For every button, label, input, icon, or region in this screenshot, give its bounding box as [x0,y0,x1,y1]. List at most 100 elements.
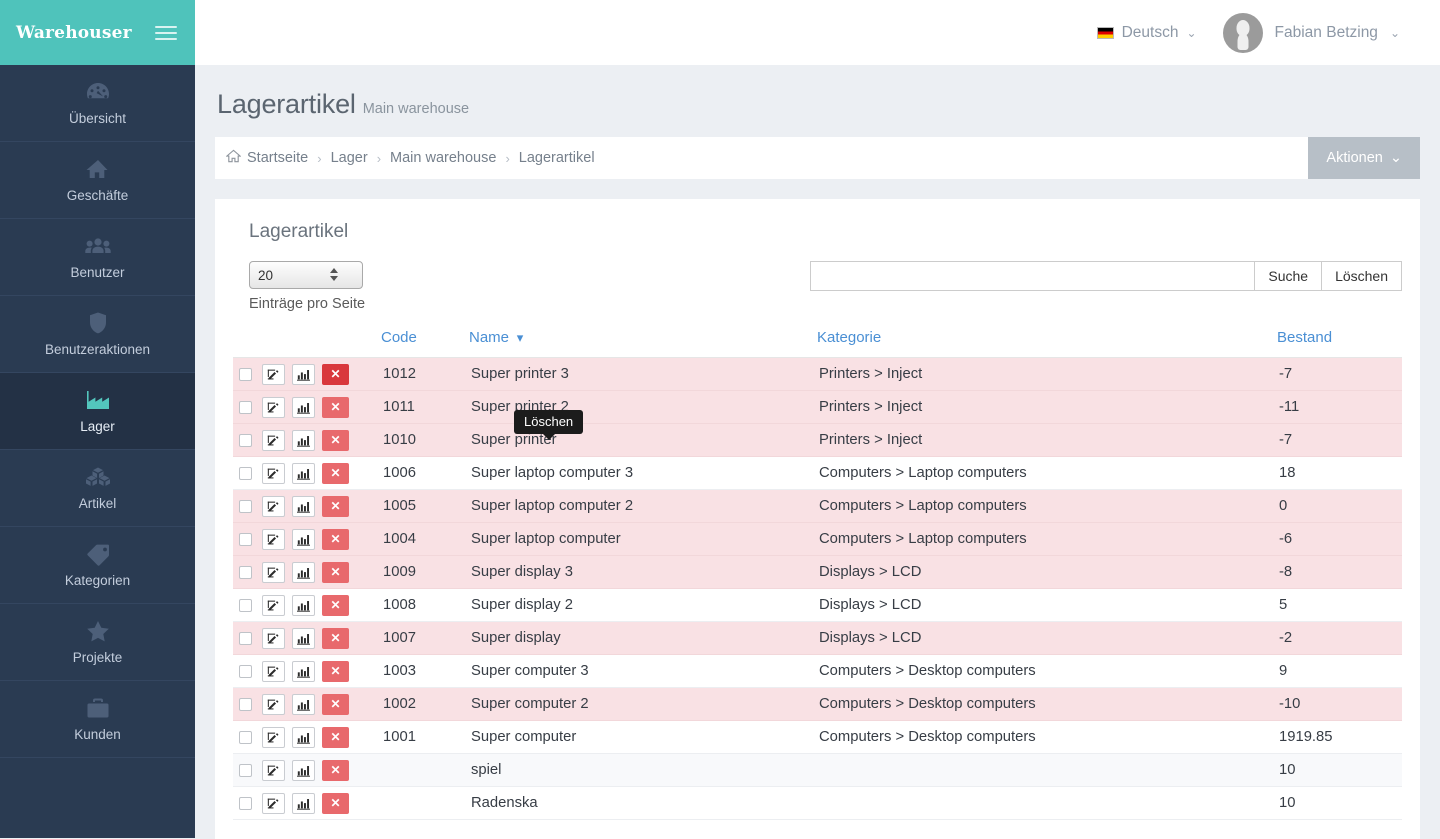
bar-chart-icon[interactable] [292,397,315,418]
edit-pencil-icon[interactable] [262,793,285,814]
bar-chart-icon[interactable] [292,529,315,550]
table-row[interactable]: ✕1005Super laptop computer 2Computers > … [233,490,1402,523]
bar-chart-icon[interactable] [292,793,315,814]
row-code [381,754,469,787]
edit-pencil-icon[interactable] [262,529,285,550]
row-select-checkbox[interactable] [239,698,252,711]
row-actions-cell: ✕ [233,457,381,490]
bar-chart-icon[interactable] [292,430,315,451]
row-select-checkbox[interactable] [239,368,252,381]
sidebar-item-benutzer[interactable]: Benutzer [0,219,195,296]
sidebar-item-kunden[interactable]: Kunden [0,681,195,758]
edit-pencil-icon[interactable] [262,595,285,616]
table-row[interactable]: ✕1011Super printer 2Printers > Inject-11 [233,391,1402,424]
delete-x-icon[interactable]: ✕ [322,463,349,484]
breadcrumb-item-2[interactable]: Main warehouse [390,150,496,166]
table-row[interactable]: ✕spiel10 [233,754,1402,787]
bar-chart-icon[interactable] [292,595,315,616]
column-header-stock[interactable]: Bestand [1277,321,1402,358]
sidebar-item-kategorien[interactable]: Kategorien [0,527,195,604]
row-actions-cell: ✕ [233,787,381,820]
row-select-checkbox[interactable] [239,599,252,612]
bar-chart-icon[interactable] [292,463,315,484]
edit-pencil-icon[interactable] [262,760,285,781]
delete-x-icon[interactable]: ✕ [322,661,349,682]
sidebar-item-projekte[interactable]: Projekte [0,604,195,681]
row-select-checkbox[interactable] [239,797,252,810]
table-row[interactable]: ✕1006Super laptop computer 3Computers > … [233,457,1402,490]
table-row[interactable]: ✕1004Super laptop computerComputers > La… [233,523,1402,556]
language-selector[interactable]: Deutsch ⌄ [1097,24,1197,42]
delete-x-icon[interactable]: ✕ [322,595,349,616]
bar-chart-icon[interactable] [292,727,315,748]
row-select-checkbox[interactable] [239,566,252,579]
edit-pencil-icon[interactable] [262,397,285,418]
delete-x-icon[interactable]: ✕ [322,397,349,418]
search-button[interactable]: Suche [1254,261,1321,291]
edit-pencil-icon[interactable] [262,562,285,583]
row-select-checkbox[interactable] [239,434,252,447]
table-row[interactable]: ✕1002Super computer 2Computers > Desktop… [233,688,1402,721]
bar-chart-icon[interactable] [292,562,315,583]
table-row[interactable]: ✕Radenska10 [233,787,1402,820]
column-header-code[interactable]: Code [381,321,469,358]
row-actions-cell: ✕ [233,655,381,688]
brand-title: Warehouser [16,23,132,43]
sidebar-item-benutzeraktionen[interactable]: Benutzeraktionen [0,296,195,373]
sidebar-item--bersicht[interactable]: Übersicht [0,65,195,142]
row-select-checkbox[interactable] [239,401,252,414]
bar-chart-icon[interactable] [292,364,315,385]
row-select-checkbox[interactable] [239,467,252,480]
delete-x-icon[interactable]: ✕ [322,562,349,583]
edit-pencil-icon[interactable] [262,694,285,715]
row-category: Displays > LCD [817,556,1277,589]
delete-x-icon[interactable]: ✕ [322,364,349,385]
delete-x-icon[interactable]: ✕ [322,496,349,517]
row-select-checkbox[interactable] [239,533,252,546]
row-select-checkbox[interactable] [239,665,252,678]
row-select-checkbox[interactable] [239,632,252,645]
bar-chart-icon[interactable] [292,694,315,715]
delete-x-icon[interactable]: ✕ [322,529,349,550]
table-row[interactable]: ✕1012Super printer 3Printers > Inject-7 [233,358,1402,391]
delete-x-icon[interactable]: ✕ [322,430,349,451]
bar-chart-icon[interactable] [292,661,315,682]
search-input[interactable] [810,261,1254,291]
bar-chart-icon[interactable] [292,496,315,517]
edit-pencil-icon[interactable] [262,364,285,385]
sidebar-item-lager[interactable]: Lager [0,373,195,450]
edit-pencil-icon[interactable] [262,727,285,748]
delete-x-icon[interactable]: ✕ [322,793,349,814]
breadcrumb-item-1[interactable]: Lager [331,150,368,166]
table-row[interactable]: ✕1003Super computer 3Computers > Desktop… [233,655,1402,688]
edit-pencil-icon[interactable] [262,463,285,484]
per-page-select[interactable]: 102050100 [249,261,363,289]
hamburger-icon[interactable] [155,26,177,40]
delete-x-icon[interactable]: ✕ [322,694,349,715]
sidebar-item-gesch-fte[interactable]: Geschäfte [0,142,195,219]
breadcrumb-item-0[interactable]: Startseite [247,150,308,166]
edit-pencil-icon[interactable] [262,496,285,517]
column-header-category[interactable]: Kategorie [817,321,1277,358]
row-select-checkbox[interactable] [239,731,252,744]
clear-search-button[interactable]: Löschen [1321,261,1402,291]
row-select-checkbox[interactable] [239,764,252,777]
table-row[interactable]: ✕1010Super printerPrinters > Inject-7 [233,424,1402,457]
delete-x-icon[interactable]: ✕ [322,760,349,781]
table-row[interactable]: ✕1008Super display 2Displays > LCD5 [233,589,1402,622]
table-row[interactable]: ✕1001Super computerComputers > Desktop c… [233,721,1402,754]
user-menu[interactable]: Fabian Betzing ⌄ [1223,13,1400,53]
delete-x-icon[interactable]: ✕ [322,727,349,748]
table-row[interactable]: ✕1007Super displayDisplays > LCD-2 [233,622,1402,655]
delete-x-icon[interactable]: ✕ [322,628,349,649]
column-header-name[interactable]: Name ▾ [469,321,817,358]
actions-button[interactable]: Aktionen ⌄ [1308,137,1420,179]
edit-pencil-icon[interactable] [262,430,285,451]
bar-chart-icon[interactable] [292,760,315,781]
sidebar-item-artikel[interactable]: Artikel [0,450,195,527]
table-row[interactable]: ✕1009Super display 3Displays > LCD-8 [233,556,1402,589]
edit-pencil-icon[interactable] [262,661,285,682]
bar-chart-icon[interactable] [292,628,315,649]
row-select-checkbox[interactable] [239,500,252,513]
edit-pencil-icon[interactable] [262,628,285,649]
